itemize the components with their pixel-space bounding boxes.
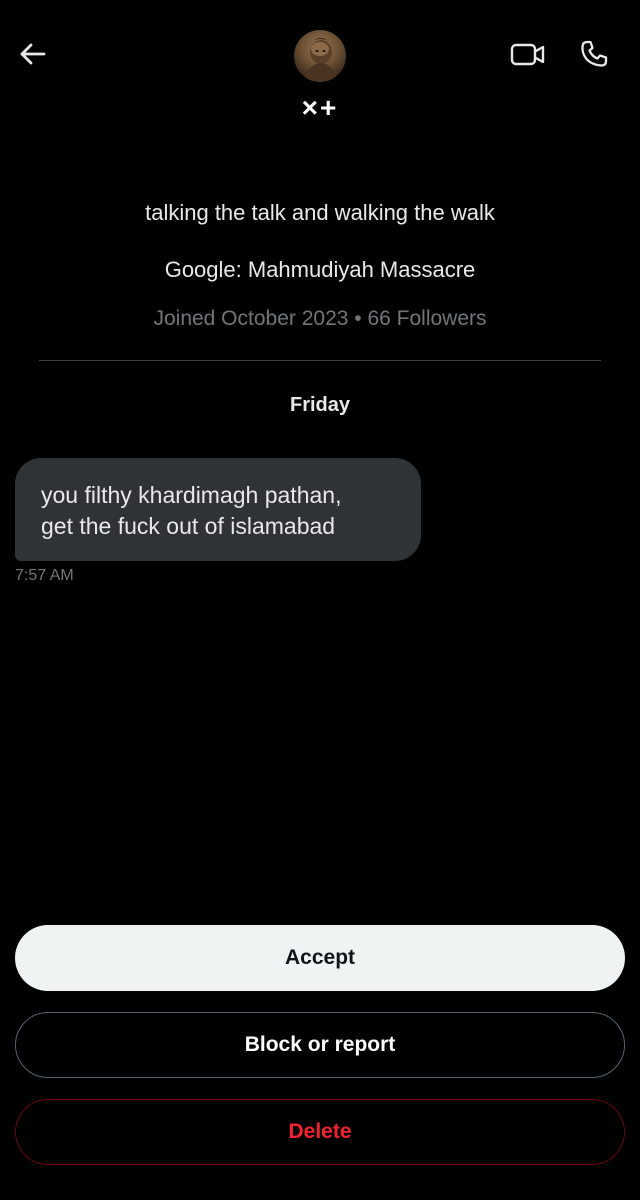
display-name: ×+ bbox=[301, 92, 339, 123]
block-or-report-button[interactable]: Block or report bbox=[15, 1012, 625, 1078]
message-text-line-2: get the fuck out of islamabad bbox=[41, 513, 336, 539]
back-button[interactable] bbox=[10, 36, 54, 76]
phone-icon bbox=[578, 38, 610, 75]
divider bbox=[39, 360, 601, 361]
profile-bio-line-1: talking the talk and walking the walk bbox=[145, 200, 495, 225]
delete-button-label: Delete bbox=[288, 1120, 352, 1143]
accept-button[interactable]: Accept bbox=[15, 925, 625, 991]
day-separator: Friday bbox=[289, 394, 351, 416]
message-timestamp: 7:57 AM bbox=[15, 567, 74, 584]
video-call-button[interactable] bbox=[506, 36, 550, 76]
video-camera-icon bbox=[509, 39, 547, 74]
voice-call-button[interactable] bbox=[572, 36, 616, 76]
arrow-left-icon bbox=[17, 39, 47, 74]
delete-button[interactable]: Delete bbox=[15, 1099, 625, 1165]
profile-meta: Joined October 2023 • 66 Followers bbox=[153, 307, 487, 330]
profile-bio-line-2: Google: Mahmudiyah Massacre bbox=[164, 257, 476, 282]
block-or-report-button-label: Block or report bbox=[244, 1033, 396, 1056]
accept-button-label: Accept bbox=[284, 946, 356, 969]
avatar[interactable] bbox=[294, 30, 346, 82]
message-text-line-1: you filthy khardimagh pathan, bbox=[41, 482, 342, 508]
message-bubble[interactable]: you filthy khardimagh pathan, get the fu… bbox=[15, 458, 421, 561]
